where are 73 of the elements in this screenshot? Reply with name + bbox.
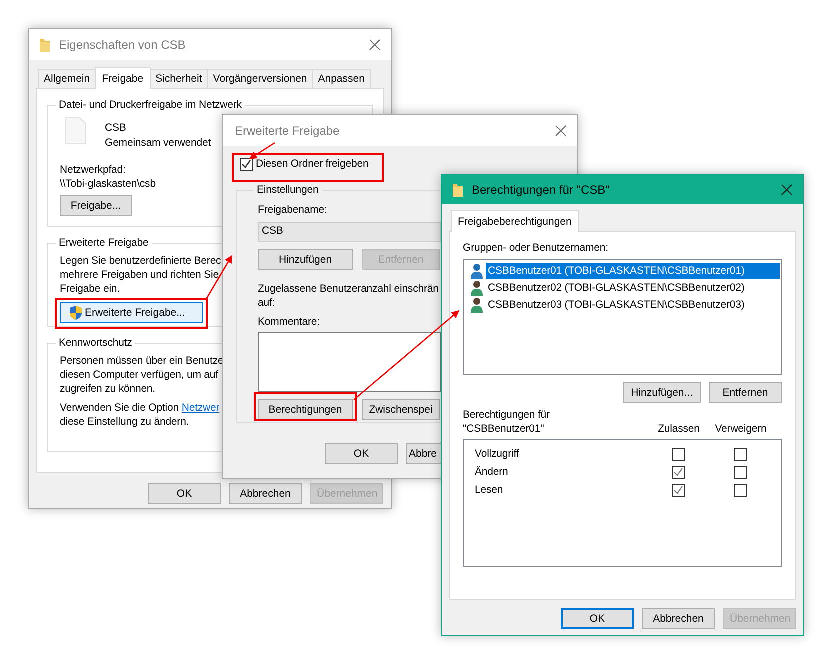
file-icon	[65, 117, 87, 145]
user-list-item[interactable]: CSBBenutzer03 (TOBI-GLASKASTEN\CSBBenutzer03)	[486, 296, 780, 312]
network-path-label: Netzwerkpfad:	[60, 163, 126, 177]
group-heading: Datei- und Druckerfreigabe im Netzwerk	[58, 99, 243, 111]
close-icon[interactable]	[369, 38, 381, 50]
tab[interactable]: Allgemein	[38, 69, 96, 88]
share-status: Gemeinsam verwendet	[105, 136, 212, 151]
tab[interactable]: Freigabeberechtigungen	[451, 210, 579, 232]
description-text: zugreifen zu können.	[60, 382, 156, 396]
description-text: diesen Computer verfügen, um auf	[60, 368, 218, 382]
checkbox[interactable]	[734, 448, 746, 460]
window-title: Eigenschaften von CSB	[59, 38, 187, 52]
group-heading: Kennwortschutz	[58, 337, 134, 349]
checkbox[interactable]	[240, 158, 253, 170]
column-header: Verweigern	[714, 422, 768, 436]
users-label: Gruppen- oder Benutzernamen:	[463, 241, 610, 255]
description-text: Legen Sie benutzerdefinierte Berec	[60, 254, 222, 268]
permission-name: Ändern	[474, 466, 510, 478]
description-text: Freigabe ein.	[60, 282, 120, 296]
column-header: Zulassen	[657, 422, 701, 436]
description-text: Verwenden Sie die Option	[60, 401, 180, 415]
dialog-button[interactable]: OK	[325, 443, 398, 464]
annotation-arrow	[249, 142, 276, 160]
dialog-button[interactable]: OK	[561, 608, 634, 629]
checkbox[interactable]	[672, 466, 684, 478]
checkbox[interactable]	[672, 484, 684, 496]
user-list-item[interactable]: CSBBenutzer01 (TOBI-GLASKASTEN\CSBBenutzer01)	[486, 262, 780, 278]
share-name-field[interactable]: CSB	[258, 222, 441, 242]
share-name: CSB	[105, 121, 128, 136]
group-heading: Erweiterte Freigabe	[58, 237, 150, 249]
user-icon	[470, 262, 484, 278]
user-list-item[interactable]: CSBBenutzer02 (TOBI-GLASKASTEN\CSBBenutzer02)	[486, 280, 780, 296]
comments-field[interactable]	[258, 332, 441, 392]
dialog-button[interactable]: Entfernen	[709, 382, 782, 403]
dialog-button[interactable]: Berechtigungen	[258, 399, 353, 420]
advanced-sharing-button[interactable]: Erweiterte Freigabe...	[60, 302, 203, 323]
dialog-button[interactable]: Hinzufügen	[258, 249, 353, 270]
checkbox-label: Diesen Ordner freigeben	[256, 158, 369, 170]
comments-label: Kommentare:	[258, 315, 320, 329]
network-center-link[interactable]: Netzwer	[182, 401, 220, 415]
checkbox[interactable]	[672, 448, 684, 460]
network-path: \\Tobi-glaskasten\csb	[60, 177, 156, 191]
user-limit-label: auf:	[258, 296, 276, 310]
permissions-label: "CSBBenutzer01"	[463, 422, 546, 436]
checkbox[interactable]	[734, 484, 746, 496]
dialog-button[interactable]: Abbrechen	[229, 483, 302, 504]
window-title: Erweiterte Freigabe	[234, 124, 341, 138]
dialog-button[interactable]: Zwischenspei	[362, 399, 440, 420]
permission-name: Lesen	[474, 484, 504, 496]
tab[interactable]: Anpassen	[312, 69, 371, 88]
description-text: diese Einstellung zu ändern.	[60, 415, 190, 429]
close-icon[interactable]	[781, 184, 793, 196]
window-title: Berechtigungen für "CSB"	[472, 182, 611, 196]
tab[interactable]: Freigabe	[95, 67, 151, 89]
dialog-button[interactable]: Abbre	[406, 443, 442, 464]
folder-icon	[452, 182, 464, 198]
dialog-button[interactable]: Hinzufügen...	[623, 382, 701, 403]
close-icon[interactable]	[555, 124, 567, 136]
description-text: mehrere Freigaben und richten Sie	[60, 268, 219, 282]
share-name-label: Freigabename:	[258, 203, 328, 217]
folder-icon	[39, 36, 51, 52]
permissions-label: Berechtigungen für	[463, 408, 551, 422]
dialog-button[interactable]: OK	[148, 483, 221, 504]
description-text: Personen müssen über ein Benutze	[60, 354, 224, 368]
checkbox[interactable]	[734, 466, 746, 478]
user-limit-label: Zugelassene Benutzeranzahl einschrän	[258, 282, 439, 296]
user-icon	[470, 296, 484, 312]
permission-name: Vollzugriff	[474, 448, 520, 460]
share-button[interactable]: Freigabe...	[60, 195, 132, 216]
user-icon	[470, 280, 484, 296]
shield-icon	[69, 304, 83, 320]
dialog-button[interactable]: Abbrechen	[642, 608, 715, 629]
group-heading: Einstellungen	[256, 184, 320, 196]
